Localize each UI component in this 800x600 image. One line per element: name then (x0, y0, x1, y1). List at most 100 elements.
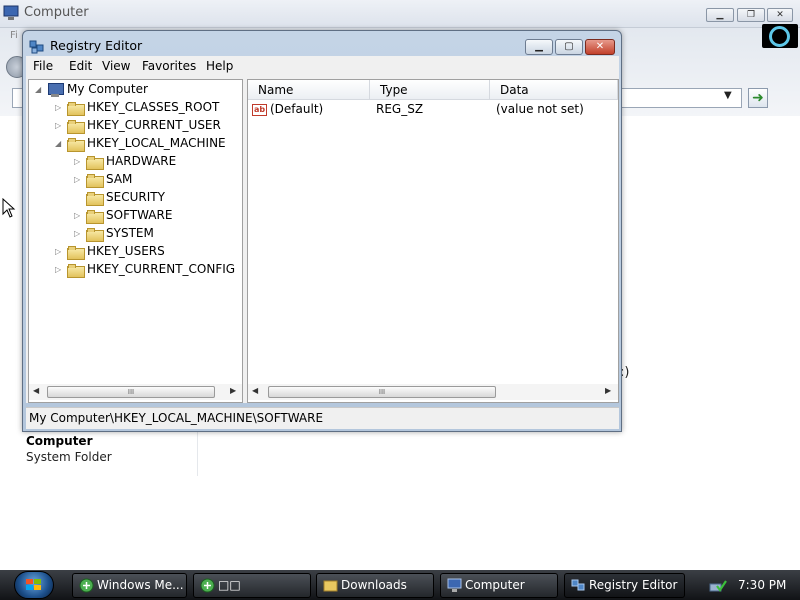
column-header-data[interactable]: Data (490, 80, 618, 100)
computer-close-button[interactable]: ✕ (767, 8, 793, 22)
values-list[interactable]: Name Type Data ab (Default) REG_SZ (value… (247, 79, 619, 403)
computer-maximize-button[interactable]: ❐ (737, 8, 765, 22)
tree-item-label: HARDWARE (106, 154, 177, 168)
clock[interactable]: 7:30 PM (738, 578, 786, 592)
expand-icon[interactable]: ▷ (74, 171, 84, 189)
search-ring-icon[interactable] (769, 26, 790, 47)
regedit-icon (571, 579, 585, 591)
scroll-left-icon[interactable]: ◀ (252, 386, 258, 395)
scroll-right-icon[interactable]: ▶ (230, 386, 236, 395)
folder-icon (67, 101, 85, 116)
regedit-close-button[interactable]: ✕ (585, 39, 615, 55)
menu-edit[interactable]: Edit (69, 59, 92, 73)
menu-favorites[interactable]: Favorites (142, 59, 196, 73)
tree-item-label: SYSTEM (106, 226, 154, 240)
taskbar-item-registry-editor[interactable]: Registry Editor (564, 573, 685, 598)
value-data: (value not set) (496, 102, 584, 116)
registry-tree[interactable]: ◢ My Computer ▷ HKEY_CLASSES_ROOT ▷ HKEY_CU… (28, 79, 243, 403)
tree-item-software[interactable]: ▷ SOFTWARE (74, 206, 172, 224)
tree-item-hkcc[interactable]: ▷ HKEY_CURRENT_CONFIG (55, 260, 235, 278)
details-type: System Folder (26, 450, 112, 464)
regedit-icon (29, 40, 44, 54)
folder-icon (86, 173, 104, 188)
folder-open-icon (67, 137, 85, 152)
details-name: Computer (26, 434, 93, 448)
column-header-name[interactable]: Name (248, 80, 370, 100)
computer-icon (447, 578, 462, 592)
regedit-body: ◢ My Computer ▷ HKEY_CLASSES_ROOT ▷ HKEY_CU… (26, 77, 619, 403)
value-type: REG_SZ (376, 102, 424, 116)
tree-item-label: My Computer (67, 82, 148, 96)
computer-icon (3, 5, 19, 20)
list-item[interactable]: ab (Default) REG_SZ (value not set) (252, 100, 612, 118)
regedit-menubar: File Edit View Favorites Help (26, 56, 619, 77)
expand-icon[interactable]: ▷ (74, 207, 84, 225)
status-bar: My Computer\HKEY_LOCAL_MACHINE\SOFTWARE (26, 407, 619, 429)
tree-item-label: HKEY_CURRENT_USER (87, 118, 221, 132)
tree-item-hkcr[interactable]: ▷ HKEY_CLASSES_ROOT (55, 98, 219, 116)
expand-icon[interactable]: ▷ (55, 243, 65, 261)
regedit-maximize-button[interactable]: ▢ (555, 39, 583, 55)
tree-item-label: HKEY_CURRENT_CONFIG (87, 262, 236, 276)
tree-item-system[interactable]: ▷ SYSTEM (74, 224, 154, 242)
expand-icon[interactable]: ▷ (55, 117, 65, 135)
go-button[interactable]: ➜ (748, 88, 768, 108)
collapse-icon[interactable]: ◢ (35, 81, 45, 99)
menu-file[interactable]: File (33, 59, 53, 73)
scrollbar-thumb[interactable]: III (47, 386, 215, 398)
registry-editor-window: Registry Editor ▁ ▢ ✕ File Edit View Fav… (22, 30, 622, 432)
status-path: My Computer\HKEY_LOCAL_MACHINE\SOFTWARE (29, 411, 324, 425)
computer-menu-hint: Fi (10, 30, 18, 41)
tree-item-security[interactable]: SECURITY (74, 188, 165, 206)
expand-icon[interactable]: ▷ (55, 261, 65, 279)
value-name: (Default) (270, 102, 324, 116)
column-header-type[interactable]: Type (370, 80, 490, 100)
mouse-cursor-icon (2, 198, 16, 218)
scroll-right-icon[interactable]: ▶ (605, 386, 611, 395)
address-dropdown-icon[interactable]: ▼ (724, 90, 732, 101)
folder-icon (86, 155, 104, 170)
tree-item-my-computer[interactable]: ◢ My Computer (35, 80, 148, 98)
taskbar-item-label: Computer (465, 578, 525, 592)
tree-item-sam[interactable]: ▷ SAM (74, 170, 132, 188)
computer-minimize-button[interactable]: ▁ (706, 8, 734, 22)
scrollbar-thumb[interactable]: III (268, 386, 496, 398)
expand-icon[interactable]: ▷ (74, 225, 84, 243)
folder-icon (86, 191, 104, 206)
folder-icon (86, 227, 104, 242)
tree-item-label: SAM (106, 172, 133, 186)
tree-item-hklm[interactable]: ◢ HKEY_LOCAL_MACHINE (55, 134, 226, 152)
taskbar-item-label: Downloads (341, 578, 407, 592)
folder-open-icon (86, 209, 104, 224)
tree-item-hku[interactable]: ▷ HKEY_USERS (55, 242, 165, 260)
ie-icon (79, 578, 94, 593)
menu-help[interactable]: Help (206, 59, 233, 73)
list-horizontal-scrollbar[interactable]: ◀ III ▶ (248, 384, 618, 400)
tree-item-hkcu[interactable]: ▷ HKEY_CURRENT_USER (55, 116, 221, 134)
expand-icon[interactable]: ▷ (74, 153, 84, 171)
network-icon[interactable] (708, 576, 728, 594)
taskbar-item-windows-media[interactable]: Windows Me... (72, 573, 187, 598)
computer-icon (47, 82, 64, 97)
expand-icon[interactable]: ▷ (55, 99, 65, 117)
folder-icon (323, 580, 338, 592)
tree-item-label: HKEY_CLASSES_ROOT (87, 100, 220, 114)
scroll-left-icon[interactable]: ◀ (33, 386, 39, 395)
menu-view[interactable]: View (102, 59, 130, 73)
string-value-icon: ab (252, 103, 267, 116)
taskbar-item-downloads[interactable]: Downloads (316, 573, 434, 598)
tree-horizontal-scrollbar[interactable]: ◀ III ▶ (29, 384, 242, 400)
tree-item-hardware[interactable]: ▷ HARDWARE (74, 152, 176, 170)
registry-editor-title: Registry Editor (50, 38, 143, 53)
computer-window-titlebar[interactable] (0, 0, 800, 28)
collapse-icon[interactable]: ◢ (55, 135, 65, 153)
tree-item-label: HKEY_USERS (87, 244, 165, 258)
folder-icon (67, 245, 85, 260)
tree-item-label: SECURITY (106, 190, 165, 204)
tree-item-label: HKEY_LOCAL_MACHINE (87, 136, 226, 150)
taskbar-item-computer[interactable]: Computer (440, 573, 558, 598)
folder-icon (67, 263, 85, 278)
regedit-minimize-button[interactable]: ▁ (525, 39, 553, 55)
taskbar-item-ie[interactable]: □□ (193, 573, 311, 598)
tree-item-label: SOFTWARE (106, 208, 173, 222)
